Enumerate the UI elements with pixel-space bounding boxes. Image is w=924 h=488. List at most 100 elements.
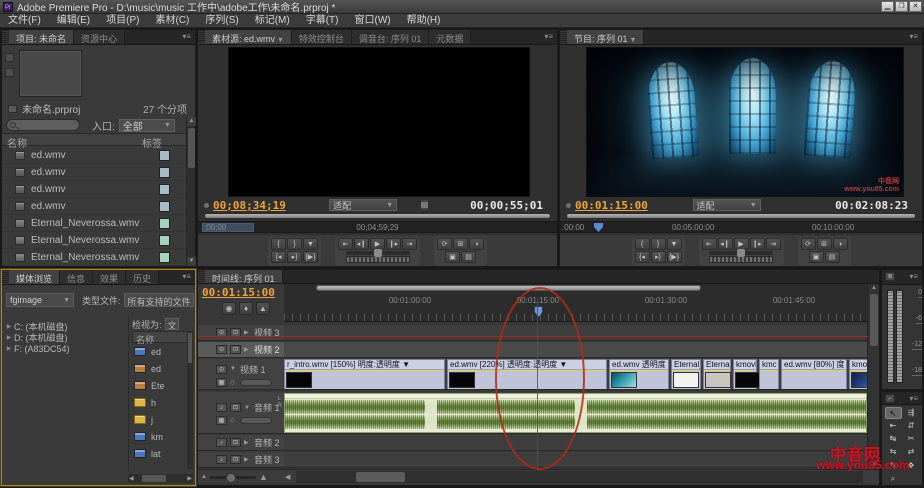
label-chip[interactable]	[159, 201, 170, 212]
project-item[interactable]: Eternal_Neverossa.wmv	[2, 232, 188, 249]
zoom-slider[interactable]	[210, 476, 256, 479]
menu-item-9[interactable]: 帮助(H)	[399, 14, 449, 28]
video-track-1-header[interactable]: ⊙ ▼ 视频 1 ▦ ◇	[198, 359, 284, 390]
source-tab-3[interactable]: 调音台: 序列 01	[352, 30, 430, 44]
play-preview-icon[interactable]	[5, 68, 14, 77]
dropdown-arrow-icon[interactable]: ▼	[275, 37, 284, 44]
selection-tool[interactable]: ↖	[885, 407, 902, 419]
audio-track-2-lane[interactable]	[284, 435, 867, 451]
shuttle-slider[interactable]	[346, 251, 410, 255]
source-tab-4[interactable]: 元数据	[429, 30, 471, 44]
set-display-style-icon[interactable]: ▦	[216, 416, 227, 425]
program-view-zoombar[interactable]	[566, 213, 916, 219]
track-lock-icon[interactable]: ⊡	[230, 345, 241, 354]
menu-item-8[interactable]: 窗口(W)	[346, 14, 398, 28]
scroll-down-icon[interactable]: ▼	[187, 257, 196, 266]
menu-item-6[interactable]: 标记(M)	[247, 14, 298, 28]
go-to-previous-edit-point-button[interactable]: ⇤	[338, 238, 353, 250]
overlay-button[interactable]: ▤	[825, 251, 840, 263]
project-item[interactable]: ed.wmv	[2, 181, 188, 198]
project-scrollbar[interactable]: ▲ ▼	[186, 117, 195, 266]
audio-meter-tab-icon[interactable]: ≣	[885, 272, 895, 281]
go-to-next-edit-point-button[interactable]: ⇥	[766, 238, 781, 250]
scroll-left-icon[interactable]: ◀	[285, 473, 290, 481]
zoom-tool[interactable]: ⌕	[885, 473, 902, 485]
panel-grip[interactable]	[2, 270, 9, 284]
source-tab-2[interactable]: 特效控制台	[292, 30, 352, 44]
set-unnumbered-marker-button[interactable]: ▼	[667, 238, 682, 250]
media-file-item[interactable]: j	[132, 411, 188, 428]
panel-menu-icon[interactable]: ▾≡	[909, 392, 922, 404]
panel-grip[interactable]	[560, 30, 567, 44]
label-chip[interactable]	[159, 184, 170, 195]
collapsed-arrow-icon[interactable]: ▶	[4, 323, 14, 330]
toggle-track-output-icon[interactable]: ⊙	[216, 345, 227, 354]
set-out-point-button[interactable]: }	[651, 238, 666, 250]
set-in-point-button[interactable]: {	[271, 238, 286, 250]
go-to-out-point-button[interactable]: ▸}	[287, 251, 302, 263]
scroll-up-icon[interactable]: ▲	[187, 117, 196, 126]
video-track-3-lane[interactable]	[284, 325, 867, 341]
track-lock-icon[interactable]: ⊡	[230, 438, 241, 447]
step-forward-button[interactable]: ❙▸	[750, 238, 765, 250]
search-input[interactable]	[6, 119, 80, 131]
program-zoom-dropdown[interactable]: 适配 ▼	[693, 199, 761, 211]
keyframe-icon[interactable]: ◇	[230, 417, 237, 424]
slide-tool[interactable]: ⇄	[903, 446, 920, 458]
maximize-button[interactable]: ❐	[895, 1, 908, 12]
label-chip[interactable]	[159, 150, 170, 161]
audio-track-2-header[interactable]: ♪ ⊡ ▶ 音频 2	[198, 435, 284, 451]
menu-item-1[interactable]: 文件(F)	[0, 14, 49, 28]
panel-grip[interactable]	[2, 30, 9, 44]
media-file-item[interactable]: h	[132, 394, 188, 411]
output-button[interactable]: ◑	[833, 238, 848, 250]
track-lock-icon[interactable]: ⊡	[230, 403, 241, 412]
work-area-bar[interactable]	[316, 285, 701, 291]
label-chip[interactable]	[159, 252, 170, 263]
set-out-point-button[interactable]: }	[287, 238, 302, 250]
project-item[interactable]: Eternal_Neverossa.wmv	[2, 249, 188, 266]
go-to-previous-edit-point-button[interactable]: ⇤	[702, 238, 717, 250]
project-tab-1[interactable]: 项目: 未命名	[9, 30, 74, 44]
timeline-clip[interactable]: ed.wmv [220%] 透明度:透明度 ▼	[447, 359, 607, 390]
insert-button[interactable]: ▣	[809, 251, 824, 263]
rate-stretch-tool[interactable]: ↹	[885, 433, 902, 445]
collapse-arrow-icon[interactable]: ▶	[244, 346, 251, 353]
project-item[interactable]: ed.wmv	[2, 198, 188, 215]
media-file-item[interactable]: ed	[132, 343, 188, 360]
file-list-scrollbar[interactable]	[187, 331, 193, 469]
collapsed-arrow-icon[interactable]: ▶	[4, 334, 14, 341]
snap-icon[interactable]: ◉	[222, 302, 236, 315]
project-tab-2[interactable]: 资源中心	[74, 30, 125, 44]
media-browser-tab-3[interactable]: 效果	[93, 270, 126, 284]
program-scrubber[interactable]: :00:0000:05:00:0000:10:00:00	[560, 221, 922, 233]
toggle-track-output-icon[interactable]: ♪	[216, 455, 227, 464]
file-name-column-header[interactable]: 名称	[132, 331, 188, 343]
safe-margins-button[interactable]: ⊞	[817, 238, 832, 250]
media-browser-tab-2[interactable]: 信息	[60, 270, 93, 284]
entry-dropdown[interactable]: 全部 ▼	[119, 119, 175, 132]
scroll-left-icon[interactable]: ◀	[129, 475, 134, 483]
video-track-2-lane[interactable]	[284, 342, 867, 358]
panel-menu-icon[interactable]: ▾≡	[182, 30, 195, 44]
collapse-arrow-icon[interactable]: ▶	[244, 329, 251, 336]
menu-item-7[interactable]: 字幕(T)	[298, 14, 347, 28]
minimize-button[interactable]: ▁	[881, 1, 894, 12]
collapse-arrow-icon[interactable]: ▶	[244, 456, 251, 463]
collapsed-arrow-icon[interactable]: ▶	[4, 345, 14, 352]
track-select-tool[interactable]: ⇶	[903, 407, 920, 419]
loop-button[interactable]: ⟳	[801, 238, 816, 250]
video-track-3-header[interactable]: ⊙ ⊡ ▶ 视频 3	[198, 325, 284, 341]
set-display-style-icon[interactable]: ▦	[216, 378, 227, 387]
media-file-item[interactable]: km	[132, 428, 188, 445]
label-chip[interactable]	[159, 218, 170, 229]
timeline-clip[interactable]: kmo	[849, 359, 867, 390]
timeline-clip[interactable]: Eternal_	[671, 359, 701, 390]
project-item[interactable]: ed.wmv	[2, 147, 188, 164]
rolling-edit-tool[interactable]: ⇵	[903, 420, 920, 432]
scrollbar-thumb[interactable]	[188, 333, 192, 363]
jog-disk[interactable]	[709, 256, 773, 263]
set-unnumbered-marker-button[interactable]: ▼	[303, 238, 318, 250]
slip-tool[interactable]: ⇆	[885, 446, 902, 458]
set-unnumbered-marker-icon[interactable]: ▲	[256, 302, 270, 315]
